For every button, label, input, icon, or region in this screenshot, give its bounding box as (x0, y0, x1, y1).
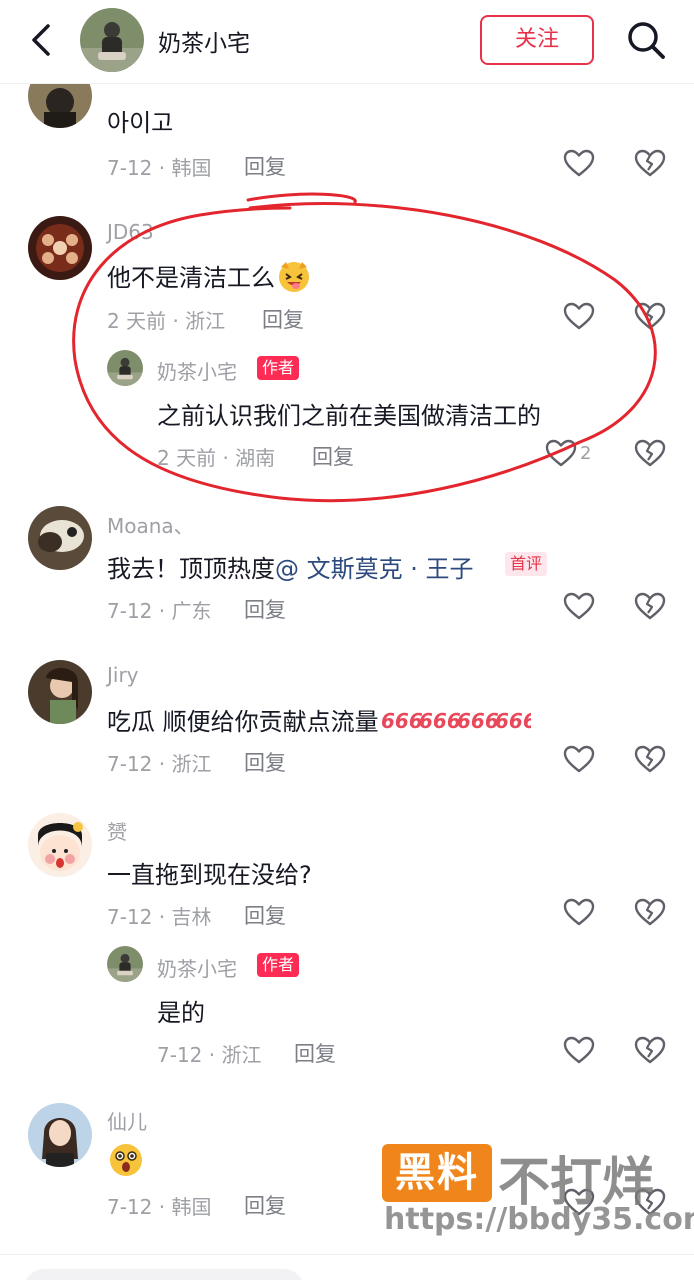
author-avatar[interactable] (80, 8, 144, 72)
reply-button[interactable]: 回复 (294, 1038, 336, 1068)
comment-meta: 7-12 · 吉林 (107, 905, 212, 929)
avatar[interactable] (28, 506, 92, 570)
comment-text-content: 吃瓜 顺便给你贡献点流量 (107, 708, 379, 736)
reply-meta: 7-12 · 浙江 (157, 1043, 262, 1067)
username[interactable]: 仙儿 (107, 1106, 147, 1135)
username[interactable]: Jiry (107, 663, 139, 687)
comment-text: 我去！顶顶热度@ 文斯莫克 · 王子 (107, 549, 474, 584)
broken-heart-icon[interactable] (634, 744, 666, 774)
heart-icon[interactable] (563, 591, 595, 621)
username[interactable]: JD63 (107, 220, 154, 244)
heart-icon[interactable] (563, 897, 595, 927)
top-bar: 奶茶小宅 关注 (0, 0, 694, 84)
author-name[interactable]: 奶茶小宅 (158, 24, 250, 58)
username[interactable]: 赟 (107, 816, 127, 845)
666-emoji-icon: 666666666666 (379, 706, 537, 740)
broken-heart-icon[interactable] (634, 148, 666, 178)
comment-text: 아이고 (107, 109, 174, 137)
broken-heart-icon[interactable] (634, 1035, 666, 1065)
reply-button[interactable]: 回复 (244, 594, 286, 624)
username[interactable]: 奶茶小宅 (157, 356, 237, 385)
reply-button[interactable]: 回复 (312, 441, 354, 471)
watermark: 黑料 不打烊 https://bbdy35.com (382, 1140, 694, 1250)
svg-text:666: 666 (495, 709, 531, 733)
avatar[interactable] (107, 350, 143, 386)
svg-text:666: 666 (381, 709, 423, 733)
heart-icon[interactable] (563, 1035, 595, 1065)
laughing-face-emoji-icon (275, 259, 313, 299)
avatar[interactable] (107, 946, 143, 982)
back-arrow-icon[interactable] (22, 20, 62, 60)
reply-text: 是的 (157, 999, 205, 1027)
comment-text (107, 1142, 145, 1184)
avatar[interactable] (28, 1103, 92, 1167)
like-count: 2 (580, 443, 592, 464)
username[interactable]: Moana、 (107, 510, 194, 539)
reply-text: 之前认识我们之前在美国做清洁工的 (157, 402, 541, 430)
comment-meta: 7-12 · 浙江 (107, 752, 212, 776)
heart-icon[interactable] (545, 438, 577, 468)
author-tag: 作者 (257, 953, 300, 977)
comment-meta: 7-12 · 韩国 (107, 1195, 212, 1219)
comment-meta: 7-12 · 广东 (107, 599, 212, 623)
follow-button[interactable]: 关注 (480, 15, 594, 65)
broken-heart-icon[interactable] (634, 301, 666, 331)
svg-text:666: 666 (457, 709, 499, 733)
reply-button[interactable]: 回复 (244, 1190, 286, 1220)
comment-text: 吃瓜 顺便给你贡献点流量666666666666 (107, 702, 537, 740)
comment-text: 一直拖到现在没给? (107, 861, 312, 889)
comment-input[interactable] (24, 1269, 304, 1280)
avatar[interactable] (28, 660, 92, 724)
first-comment-tag: 首评 (505, 552, 548, 576)
comment-text-content: 他不是清洁工么 (107, 264, 275, 292)
heart-icon[interactable] (563, 744, 595, 774)
reply-button[interactable]: 回复 (244, 900, 286, 930)
author-tag: 作者 (257, 356, 300, 380)
comment-text-content: 我去！顶顶热度 (107, 555, 275, 583)
surprised-face-emoji-icon (107, 1142, 145, 1184)
reply-button[interactable]: 回复 (244, 747, 286, 777)
comment-meta: 7-12 · 韩国 (107, 156, 212, 180)
comment-text: 他不是清洁工么 (107, 258, 313, 299)
heart-icon[interactable] (563, 301, 595, 331)
svg-text:666: 666 (419, 709, 461, 733)
watermark-url: https://bbdy35.com (384, 1202, 694, 1237)
reply-button[interactable]: 回复 (262, 304, 304, 334)
search-icon[interactable] (624, 18, 668, 62)
watermark-box-text: 黑料 (382, 1144, 492, 1202)
mention-link[interactable]: @ 文斯莫克 · 王子 (275, 555, 474, 583)
avatar[interactable] (28, 813, 92, 877)
heart-icon[interactable] (563, 148, 595, 178)
bottom-bar (0, 1254, 694, 1280)
reply-meta: 2 天前 · 湖南 (157, 446, 276, 470)
broken-heart-icon[interactable] (634, 591, 666, 621)
reply-button[interactable]: 回复 (244, 151, 286, 181)
comment-meta: 2 天前 · 浙江 (107, 309, 226, 333)
username[interactable]: 奶茶小宅 (157, 953, 237, 982)
broken-heart-icon[interactable] (634, 438, 666, 468)
avatar[interactable] (28, 216, 92, 280)
broken-heart-icon[interactable] (634, 897, 666, 927)
